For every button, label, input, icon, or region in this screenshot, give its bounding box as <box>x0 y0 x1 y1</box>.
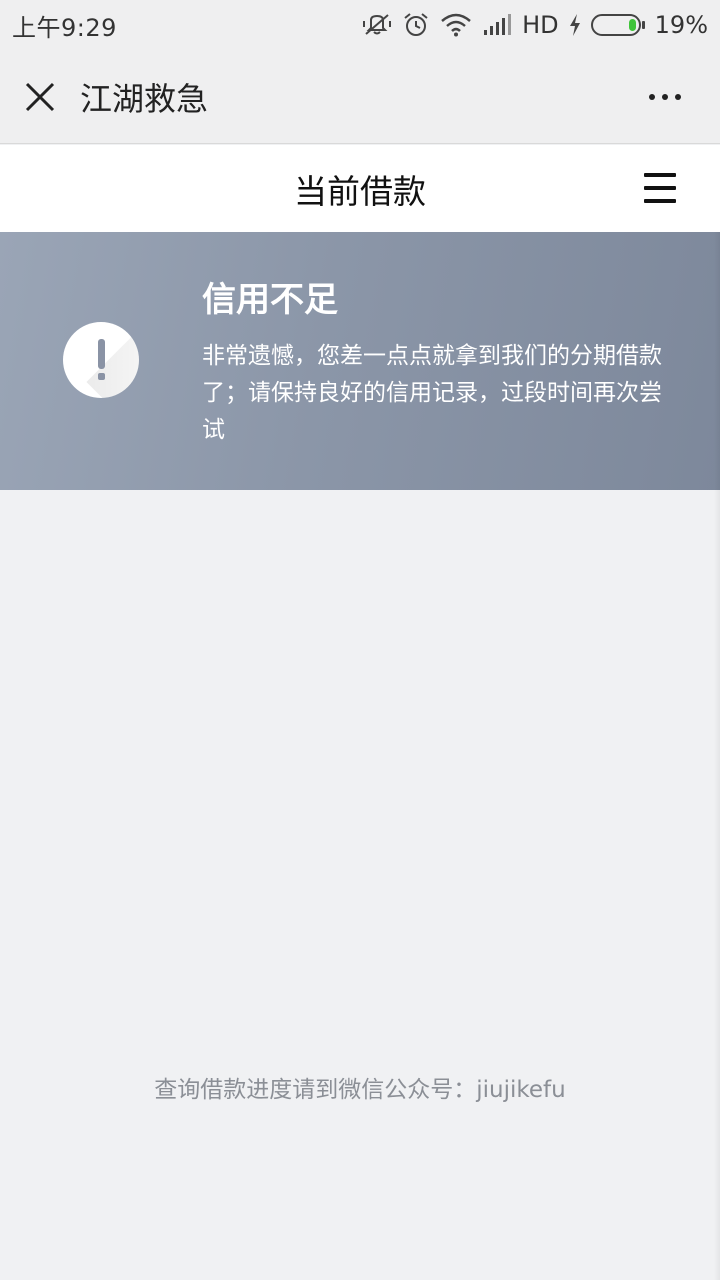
edge-shadow <box>714 232 720 1280</box>
alarm-icon <box>402 11 430 39</box>
signal-icon <box>482 14 512 36</box>
wifi-icon <box>440 13 472 37</box>
status-time: 上午9:29 <box>12 13 117 42</box>
status-bar: 上午9:29 HD 19% <box>0 0 720 50</box>
menu-button[interactable] <box>644 173 676 203</box>
section-header: 当前借款 <box>0 145 720 232</box>
header-title: 当前借款 <box>294 171 426 211</box>
close-button[interactable] <box>0 50 80 144</box>
close-icon <box>25 82 55 111</box>
exclamation-icon <box>63 322 139 398</box>
network-type: HD <box>522 11 559 39</box>
battery-icon <box>590 14 645 36</box>
charging-icon <box>569 14 581 36</box>
page-title: 江湖救急 <box>80 79 209 118</box>
status-icons: HD 19% <box>362 11 708 39</box>
footer-note: 查询借款进度请到微信公众号：jiujikefu <box>154 1077 566 1103</box>
banner-title: 信用不足 <box>202 280 338 320</box>
banner-message: 非常遗憾，您差一点点就拿到我们的分期借款了；请保持良好的信用记录，过段时间再次尝… <box>202 343 662 443</box>
battery-percent: 19% <box>654 11 708 39</box>
more-icon <box>649 94 655 100</box>
mute-vibrate-icon <box>362 12 392 38</box>
more-button[interactable] <box>640 80 690 114</box>
top-nav-bar: 江湖救急 <box>0 50 720 144</box>
menu-icon <box>644 173 676 177</box>
